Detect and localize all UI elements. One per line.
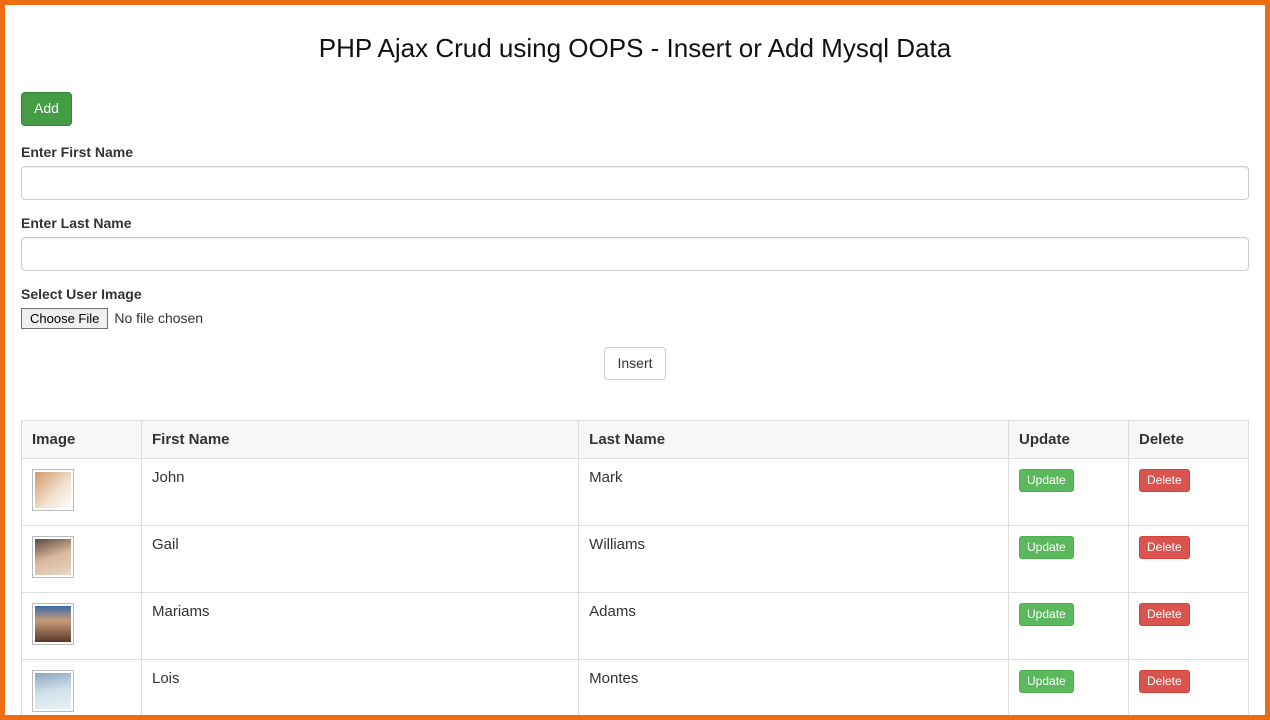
cell-first-name: Lois — [142, 660, 579, 720]
cell-last-name: Williams — [579, 526, 1009, 593]
avatar-image — [35, 673, 71, 709]
update-button[interactable]: Update — [1019, 603, 1074, 626]
add-button[interactable]: Add — [21, 92, 72, 126]
last-name-group: Enter Last Name — [21, 215, 1249, 271]
table-row: JohnMark Update Delete — [22, 459, 1249, 526]
cell-first-name: Gail — [142, 526, 579, 593]
cell-first-name: Mariams — [142, 593, 579, 660]
update-button[interactable]: Update — [1019, 469, 1074, 492]
insert-button[interactable]: Insert — [604, 347, 665, 381]
col-header-update: Update — [1009, 421, 1129, 459]
avatar — [32, 603, 74, 645]
table-header-row: Image First Name Last Name Update Delete — [22, 421, 1249, 459]
users-table: Image First Name Last Name Update Delete… — [21, 420, 1249, 720]
cell-last-name: Mark — [579, 459, 1009, 526]
avatar — [32, 670, 74, 712]
table-row: MariamsAdams Update Delete — [22, 593, 1249, 660]
update-button[interactable]: Update — [1019, 536, 1074, 559]
cell-last-name: Montes — [579, 660, 1009, 720]
first-name-group: Enter First Name — [21, 144, 1249, 200]
avatar — [32, 469, 74, 511]
cell-delete: Delete — [1129, 660, 1249, 720]
delete-button[interactable]: Delete — [1139, 536, 1190, 559]
cell-image — [22, 593, 142, 660]
choose-file-button[interactable]: Choose File — [21, 308, 108, 329]
cell-update: Update — [1009, 526, 1129, 593]
image-label: Select User Image — [21, 286, 1249, 302]
cell-update: Update — [1009, 459, 1129, 526]
app-frame: PHP Ajax Crud using OOPS - Insert or Add… — [0, 0, 1270, 720]
delete-button[interactable]: Delete — [1139, 670, 1190, 693]
avatar-image — [35, 539, 71, 575]
col-header-first-name: First Name — [142, 421, 579, 459]
cell-first-name: John — [142, 459, 579, 526]
delete-button[interactable]: Delete — [1139, 469, 1190, 492]
first-name-input[interactable] — [21, 166, 1249, 200]
last-name-label: Enter Last Name — [21, 215, 1249, 231]
cell-image — [22, 660, 142, 720]
col-header-image: Image — [22, 421, 142, 459]
image-group: Select User Image Choose File No file ch… — [21, 286, 1249, 329]
first-name-label: Enter First Name — [21, 144, 1249, 160]
cell-delete: Delete — [1129, 593, 1249, 660]
file-status-text: No file chosen — [114, 310, 203, 326]
last-name-input[interactable] — [21, 237, 1249, 271]
cell-image — [22, 526, 142, 593]
cell-last-name: Adams — [579, 593, 1009, 660]
cell-update: Update — [1009, 593, 1129, 660]
col-header-delete: Delete — [1129, 421, 1249, 459]
avatar-image — [35, 606, 71, 642]
cell-delete: Delete — [1129, 459, 1249, 526]
page-title: PHP Ajax Crud using OOPS - Insert or Add… — [21, 33, 1249, 64]
avatar-image — [35, 472, 71, 508]
table-row: LoisMontes Update Delete — [22, 660, 1249, 720]
update-button[interactable]: Update — [1019, 670, 1074, 693]
cell-delete: Delete — [1129, 526, 1249, 593]
cell-update: Update — [1009, 660, 1129, 720]
cell-image — [22, 459, 142, 526]
table-row: GailWilliams Update Delete — [22, 526, 1249, 593]
delete-button[interactable]: Delete — [1139, 603, 1190, 626]
avatar — [32, 536, 74, 578]
col-header-last-name: Last Name — [579, 421, 1009, 459]
